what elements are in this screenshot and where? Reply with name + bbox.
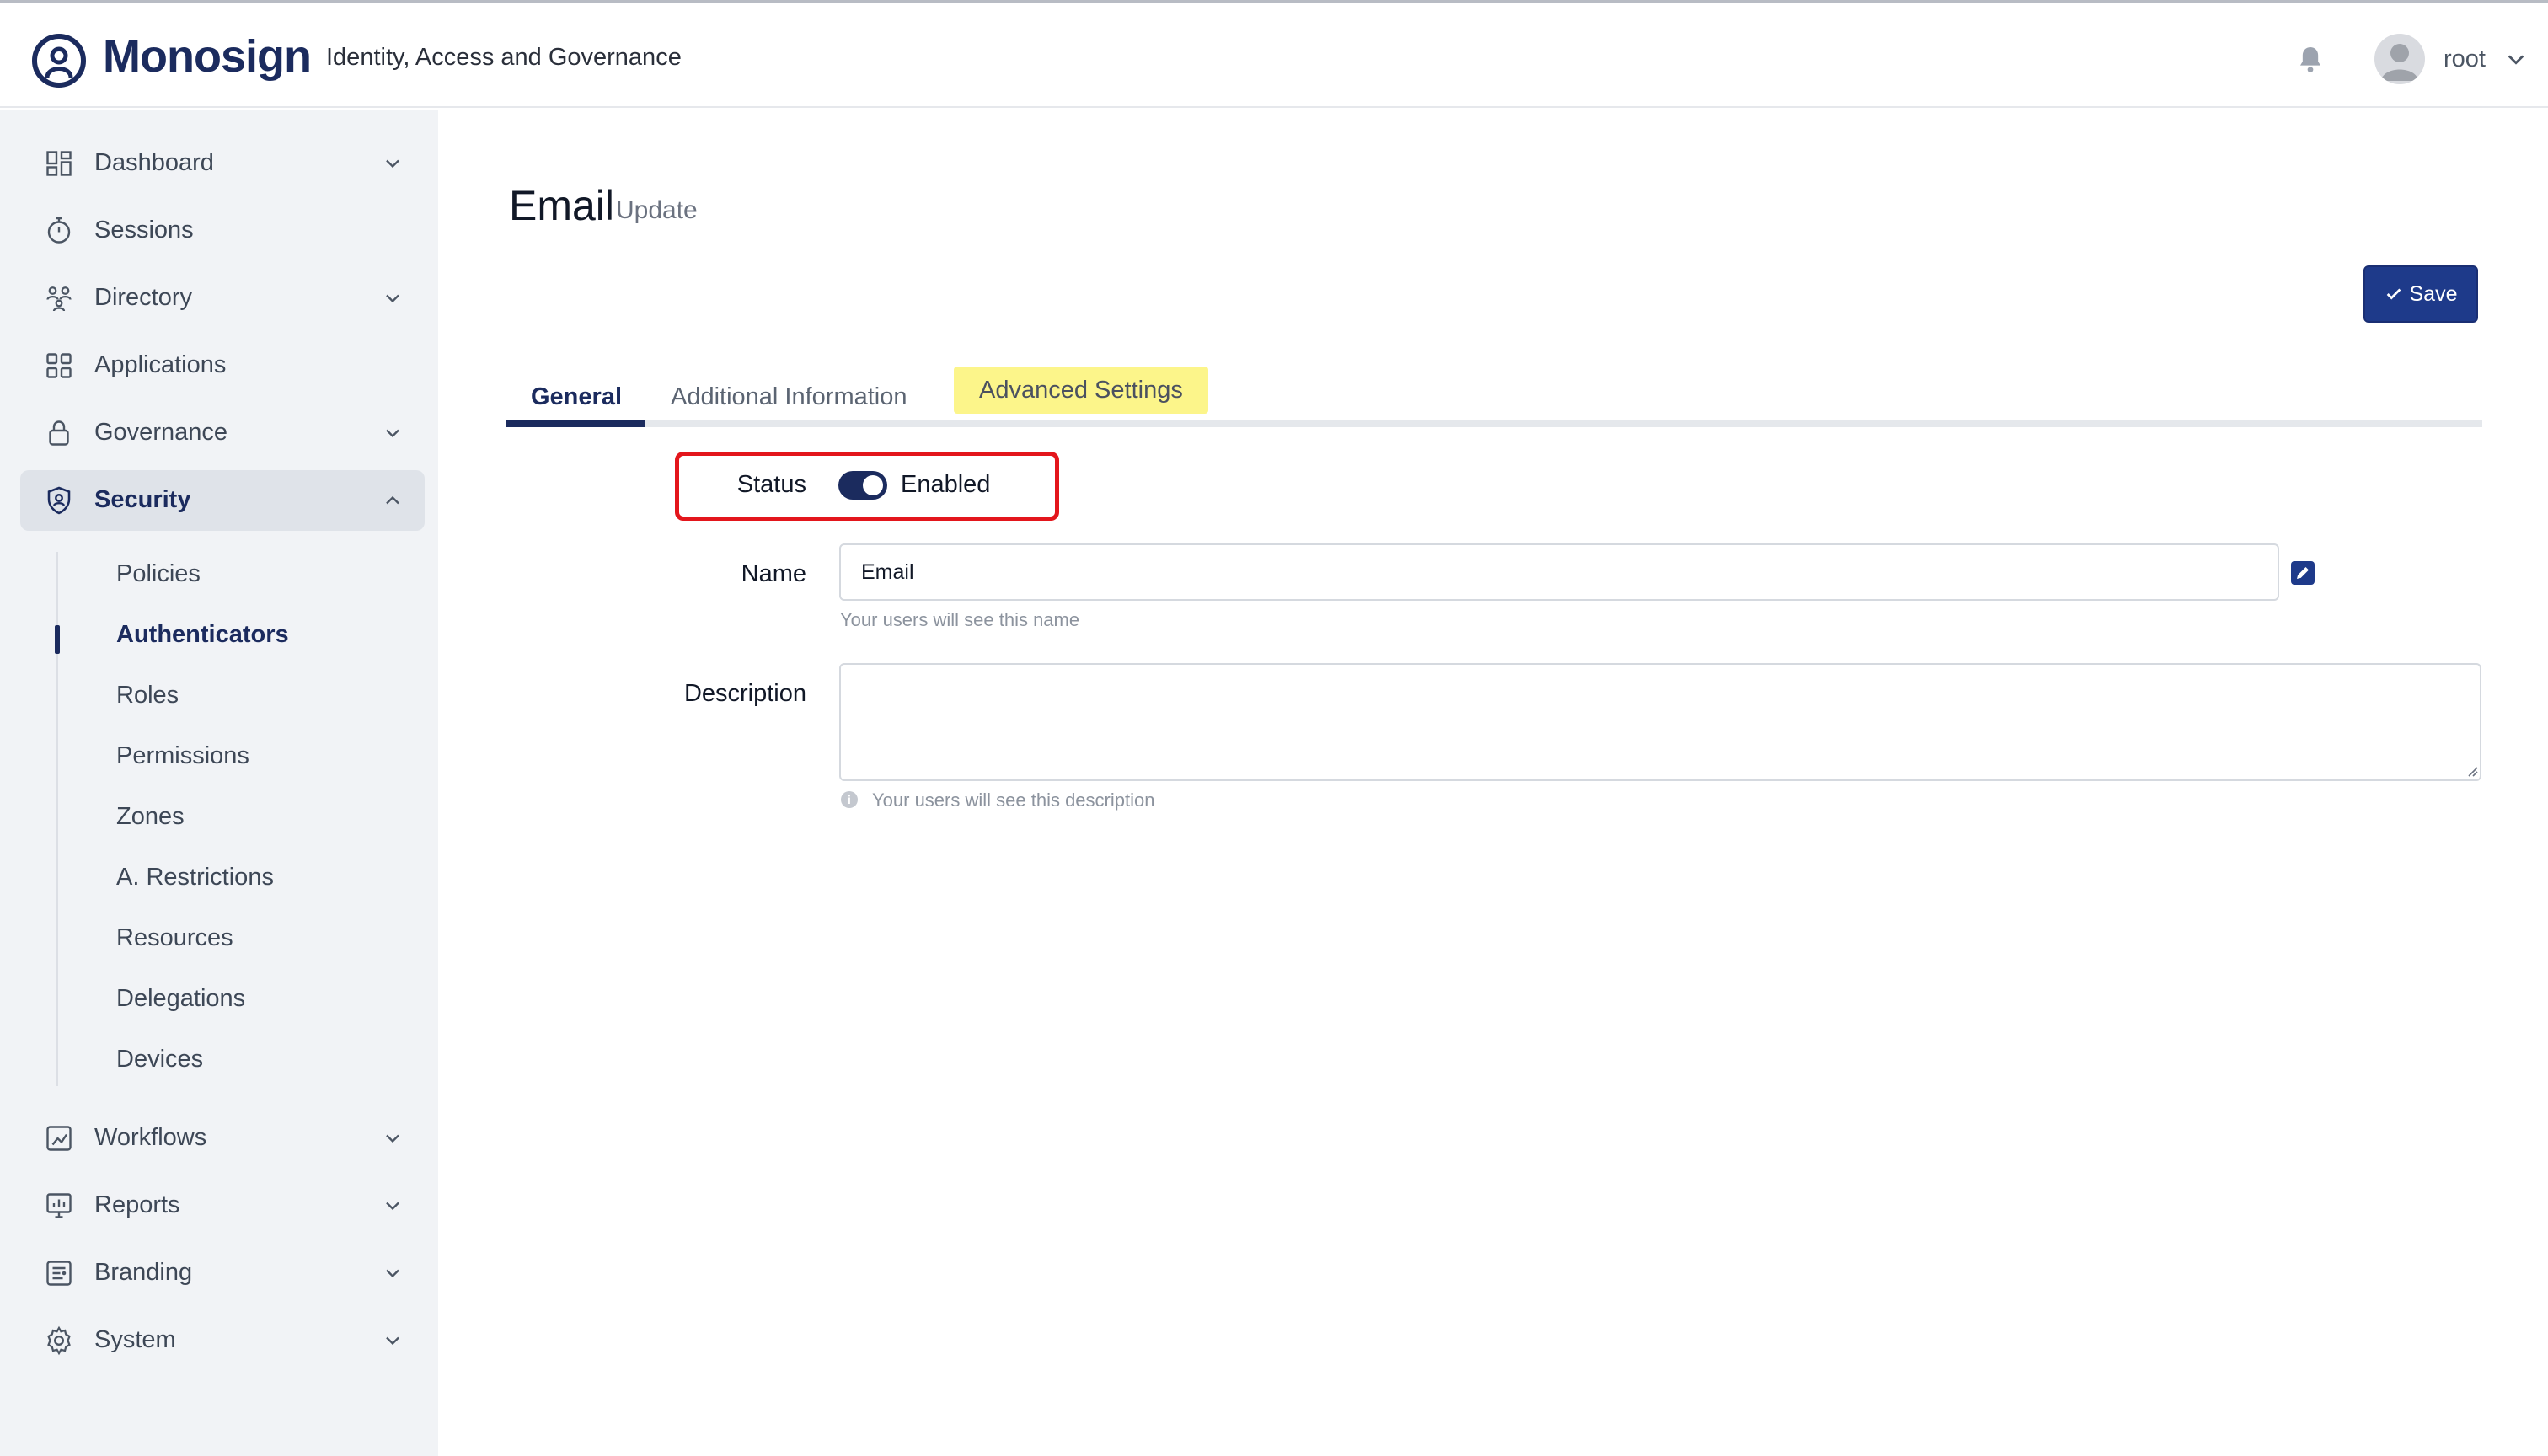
description-help-text: Your users will see this description [872,790,1155,811]
sidebar-item-system[interactable]: System [20,1310,425,1371]
sidebar-item-label: Directory [94,284,193,311]
sidebar-item-label: Workflows [94,1124,207,1151]
sidebar-item-label: Sessions [94,217,194,244]
tab-label: Advanced Settings [979,376,1183,404]
tab-advanced-settings[interactable]: Advanced Settings [954,367,1208,414]
chevron-up-icon [386,495,399,505]
submenu-item-permissions[interactable]: Permissions [116,742,249,770]
submenu-item-authenticators[interactable]: Authenticators [116,621,289,649]
sidebar-item-sessions[interactable]: Sessions [20,201,425,261]
user-avatar-icon [2381,44,2418,81]
workflow-icon [46,1126,72,1151]
stopwatch-icon [47,217,71,244]
status-value: Enabled [901,471,991,498]
submenu-item-roles[interactable]: Roles [116,682,179,709]
branding-icon [46,1261,72,1286]
sidebar-item-governance[interactable]: Governance [20,403,425,463]
pencil-icon [2297,567,2309,579]
tab-general[interactable]: General [506,372,647,422]
active-submenu-marker [55,625,60,654]
description-label: Description [683,680,806,707]
users-icon [46,286,72,312]
chevron-down-icon [386,1202,399,1211]
toggle-knob [863,475,883,495]
gear-icon [47,1325,71,1356]
user-name[interactable]: root [2444,46,2486,73]
user-avatar[interactable] [2374,34,2425,84]
tab-label: Additional Information [671,383,907,410]
tab-label: General [531,383,622,410]
chevron-down-icon [386,159,399,169]
submenu-item-resources[interactable]: Resources [116,924,233,952]
lock-icon [49,420,69,446]
chevron-down-icon [386,1336,399,1346]
monosign-logo-icon [32,34,86,88]
page-title: Email [509,182,615,229]
sidebar-item-dashboard[interactable]: Dashboard [20,133,425,194]
sidebar-item-label: Applications [94,351,227,378]
notification-bell-icon[interactable] [2294,43,2327,77]
apps-grid-icon [46,353,72,378]
submenu-item-zones[interactable]: Zones [116,803,185,831]
edit-icon[interactable] [2291,561,2315,585]
sidebar-item-directory[interactable]: Directory [20,268,425,329]
resize-handle-icon[interactable] [2464,763,2479,778]
sidebar-item-label: Reports [94,1191,180,1218]
dashboard-icon [46,151,72,176]
submenu-item-policies[interactable]: Policies [116,560,201,588]
name-label: Name [741,560,806,587]
check-icon [2386,288,2401,300]
report-icon [46,1193,72,1218]
status-toggle[interactable] [838,471,887,500]
sidebar-item-branding[interactable]: Branding [20,1243,425,1303]
sidebar-item-label: Governance [94,419,228,446]
brand-name[interactable]: Monosign [103,30,312,83]
tab-additional-information[interactable]: Additional Information [645,372,933,422]
save-button[interactable]: Save [2363,265,2478,323]
name-input[interactable] [839,543,2279,601]
info-icon: i [841,791,858,808]
description-textarea[interactable] [839,663,2481,781]
brand-tagline: Identity, Access and Governance [326,44,682,71]
submenu-item-devices[interactable]: Devices [116,1046,203,1073]
chevron-down-icon [386,1269,399,1278]
sidebar-item-security[interactable]: Security [20,470,425,531]
sidebar: Dashboard Sessions Directory Application… [0,110,438,1456]
sidebar-item-label: Branding [94,1259,193,1286]
chevron-down-icon [386,294,399,303]
sidebar-item-label: Security [94,486,191,513]
shield-user-icon [47,486,71,515]
chevron-down-icon [386,429,399,438]
chevron-down-icon [386,1134,399,1143]
sidebar-item-reports[interactable]: Reports [20,1175,425,1236]
name-help-text: Your users will see this name [840,609,1080,630]
sidebar-item-workflows[interactable]: Workflows [20,1108,425,1169]
save-button-label: Save [2409,281,2458,306]
active-tab-indicator [506,420,645,427]
status-label: Status [736,471,806,498]
top-header: Monosign Identity, Access and Governance… [0,5,2548,108]
chevron-down-icon[interactable] [2504,47,2528,71]
sidebar-item-label: System [94,1326,176,1353]
submenu-item-delegations[interactable]: Delegations [116,985,245,1013]
app-window: Monosign Identity, Access and Governance… [0,0,2548,1456]
sidebar-item-applications[interactable]: Applications [20,335,425,396]
page-subtitle: Update [616,196,698,224]
submenu-item-restrictions[interactable]: A. Restrictions [116,864,274,891]
sidebar-item-label: Dashboard [94,149,214,176]
